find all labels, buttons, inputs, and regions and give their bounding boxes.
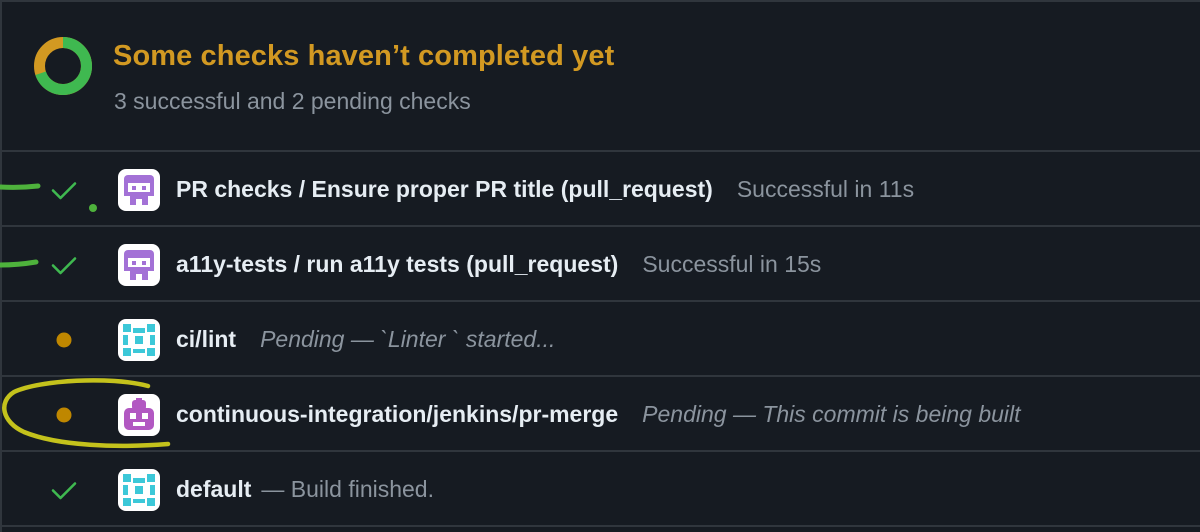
check-name-link[interactable]: PR checks / Ensure proper PR title (pull… [176, 176, 713, 203]
cyan-bot-icon [118, 469, 160, 511]
check-description: Pending — This commit is being built [642, 401, 1021, 427]
check-row[interactable]: PR checks / Ensure proper PR title (pull… [2, 152, 1200, 227]
check-pending-dot-icon [56, 407, 72, 423]
check-description: Pending — `Linter ` started... [260, 326, 556, 352]
cyan-bot-icon [118, 319, 160, 361]
check-text: PR checks / Ensure proper PR title (pull… [176, 152, 914, 227]
check-name-link[interactable]: ci/lint [176, 326, 236, 353]
check-text: continuous-integration/jenkins/pr-merge … [176, 377, 1021, 452]
check-description: Successful in 15s [642, 251, 822, 277]
check-text: a11y-tests / run a11y tests (pull_reques… [176, 227, 821, 302]
jenkins-bot-icon [118, 394, 160, 436]
check-description: Successful in 11s [736, 176, 915, 202]
check-pending-dot-icon [56, 332, 72, 348]
checks-summary-header: Some checks haven’t completed yet 3 succ… [2, 2, 1200, 152]
check-row[interactable]: ci/lint Pending — `Linter ` started... [2, 302, 1200, 377]
check-success-icon [51, 182, 77, 200]
checks-count-summary: 3 successful and 2 pending checks [114, 88, 471, 114]
check-name-link[interactable]: continuous-integration/jenkins/pr-merge [176, 401, 618, 428]
check-row[interactable]: continuous-integration/jenkins/pr-merge … [2, 377, 1200, 452]
check-name-link[interactable]: default [176, 476, 251, 503]
check-text: default — Build finished. [176, 452, 434, 527]
check-name-link[interactable]: a11y-tests / run a11y tests (pull_reques… [176, 251, 618, 278]
check-row[interactable]: default — Build finished. [2, 452, 1200, 527]
checks-progress-donut-icon [34, 37, 92, 95]
checks-status-title: Some checks haven’t completed yet [113, 40, 615, 72]
check-text: ci/lint Pending — `Linter ` started... [176, 302, 555, 377]
checks-panel: Some checks haven’t completed yet 3 succ… [0, 0, 1200, 532]
purple-bot-icon [118, 169, 160, 211]
purple-bot-icon [118, 244, 160, 286]
check-description: — Build finished. [261, 476, 434, 502]
check-row[interactable]: a11y-tests / run a11y tests (pull_reques… [2, 227, 1200, 302]
check-success-icon [51, 482, 77, 500]
check-success-icon [51, 257, 77, 275]
